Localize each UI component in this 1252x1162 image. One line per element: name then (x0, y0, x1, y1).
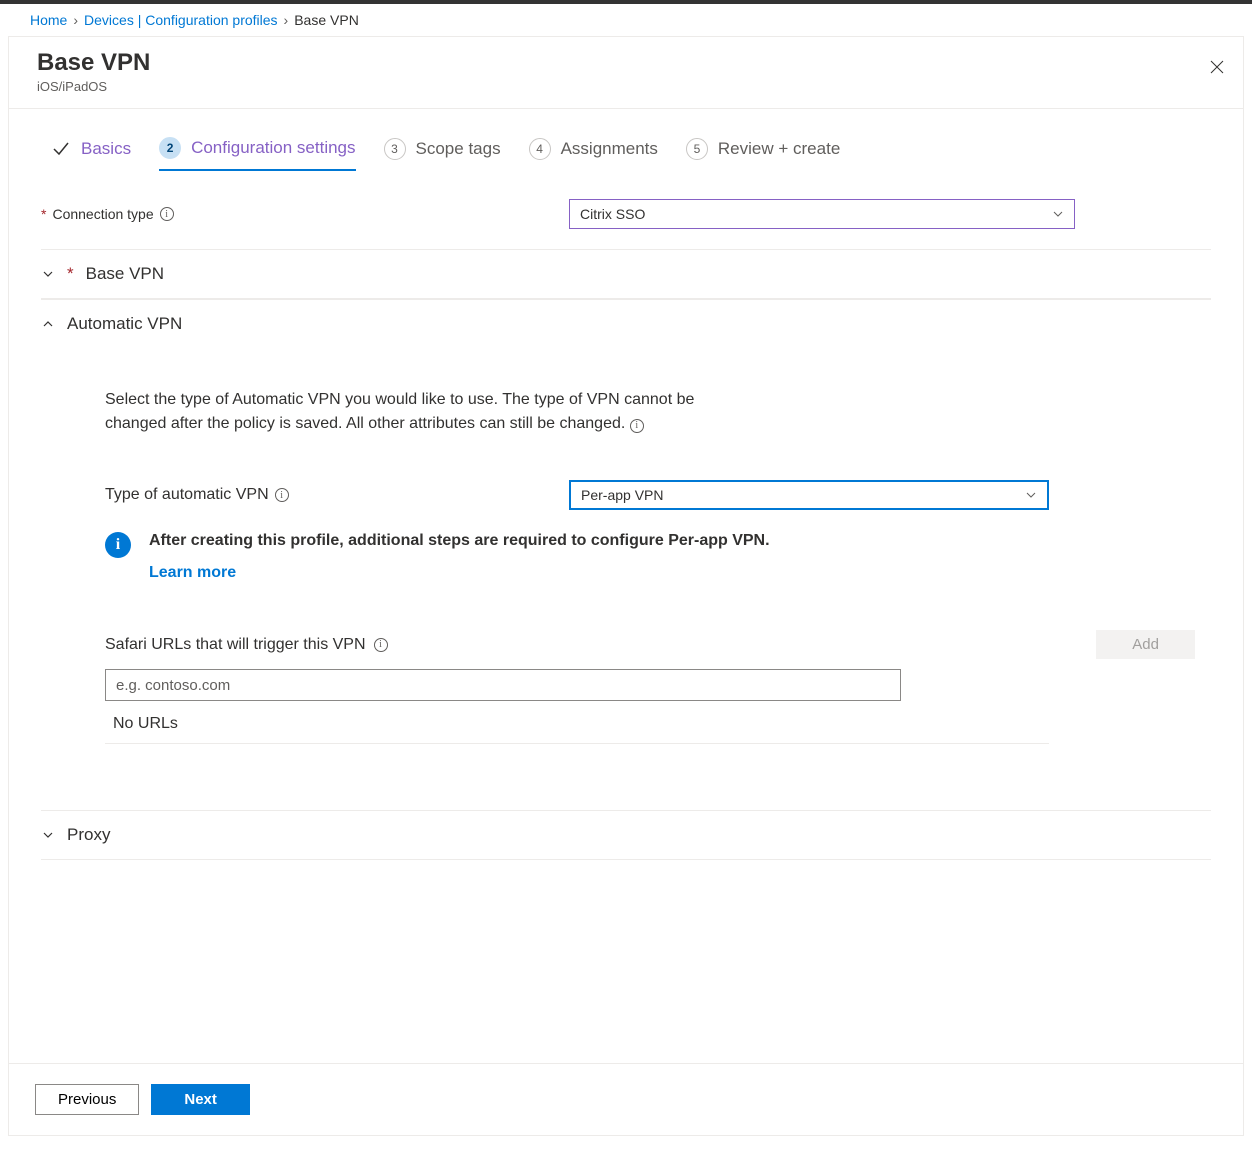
connection-type-dropdown[interactable]: Citrix SSO (569, 199, 1075, 229)
required-asterisk: * (41, 206, 46, 222)
step-number-badge: 5 (686, 138, 708, 160)
no-urls-text: No URLs (105, 705, 1049, 744)
page-title: Base VPN (37, 49, 1215, 77)
breadcrumb-devices[interactable]: Devices | Configuration profiles (84, 12, 278, 28)
wizard-step-label: Assignments (561, 139, 658, 159)
content-area: * Connection type i Citrix SSO * Base VP… (9, 181, 1243, 960)
chevron-right-icon: › (284, 12, 289, 28)
dropdown-value: Per-app VPN (581, 487, 663, 503)
learn-more-link[interactable]: Learn more (149, 564, 236, 582)
info-icon[interactable]: i (160, 207, 174, 221)
main-panel: Base VPN iOS/iPadOS Basics 2 Configurati… (8, 36, 1244, 1136)
safari-url-input[interactable] (105, 669, 901, 701)
wizard-step-scope-tags[interactable]: 3 Scope tags (384, 138, 501, 170)
info-icon[interactable]: i (275, 488, 289, 502)
label-text: Safari URLs that will trigger this VPN (105, 636, 366, 654)
chevron-down-icon (1052, 208, 1064, 220)
info-note: i After creating this profile, additiona… (105, 532, 1211, 582)
connection-type-row: * Connection type i Citrix SSO (41, 191, 1211, 249)
label-text: Type of automatic VPN (105, 486, 269, 504)
close-button[interactable] (1203, 53, 1231, 81)
checkmark-icon (51, 139, 71, 159)
wizard-step-basics[interactable]: Basics (51, 139, 131, 169)
auto-vpn-type-dropdown[interactable]: Per-app VPN (569, 480, 1049, 510)
wizard-step-configuration[interactable]: 2 Configuration settings (159, 137, 355, 171)
close-icon (1209, 59, 1225, 75)
chevron-down-icon (1025, 489, 1037, 501)
panel-header: Base VPN iOS/iPadOS (9, 37, 1243, 109)
wizard-step-label: Scope tags (416, 139, 501, 159)
automatic-vpn-body: Select the type of Automatic VPN you wou… (41, 348, 1211, 776)
wizard-steps: Basics 2 Configuration settings 3 Scope … (9, 109, 1243, 181)
breadcrumb-current: Base VPN (294, 12, 359, 28)
connection-type-label: * Connection type i (41, 206, 569, 222)
info-icon: i (105, 532, 131, 558)
add-url-button[interactable]: Add (1096, 630, 1195, 659)
breadcrumb-home[interactable]: Home (30, 12, 67, 28)
auto-vpn-type-row: Type of automatic VPN i Per-app VPN (105, 480, 1211, 510)
wizard-step-review[interactable]: 5 Review + create (686, 138, 840, 170)
chevron-up-icon (41, 317, 55, 331)
wizard-step-label: Basics (81, 139, 131, 159)
label-text: Connection type (52, 206, 153, 222)
section-title: Base VPN (86, 264, 164, 284)
chevron-down-icon (41, 828, 55, 842)
section-title: Automatic VPN (67, 314, 182, 334)
help-text: Select the type of Automatic VPN you wou… (105, 388, 715, 436)
info-icon[interactable]: i (630, 419, 644, 433)
chevron-right-icon: › (73, 12, 78, 28)
section-proxy[interactable]: Proxy (41, 811, 1211, 860)
breadcrumb: Home › Devices | Configuration profiles … (0, 4, 1252, 36)
step-number-badge: 2 (159, 137, 181, 159)
page-subtitle: iOS/iPadOS (37, 79, 1215, 94)
previous-button[interactable]: Previous (35, 1084, 139, 1115)
required-asterisk: * (67, 264, 74, 284)
section-automatic-vpn[interactable]: Automatic VPN (41, 299, 1211, 348)
info-icon[interactable]: i (374, 638, 388, 652)
next-button[interactable]: Next (151, 1084, 250, 1115)
wizard-step-label: Review + create (718, 139, 840, 159)
step-number-badge: 4 (529, 138, 551, 160)
auto-vpn-type-label: Type of automatic VPN i (105, 486, 569, 504)
wizard-step-assignments[interactable]: 4 Assignments (529, 138, 658, 170)
note-text: After creating this profile, additional … (149, 532, 770, 550)
dropdown-value: Citrix SSO (580, 206, 645, 222)
safari-urls-label: Safari URLs that will trigger this VPN i (105, 636, 388, 654)
footer: Previous Next (9, 1063, 1243, 1135)
step-number-badge: 3 (384, 138, 406, 160)
wizard-step-label: Configuration settings (191, 138, 355, 158)
chevron-down-icon (41, 267, 55, 281)
section-title: Proxy (67, 825, 110, 845)
safari-urls-row: Safari URLs that will trigger this VPN i… (105, 630, 1211, 659)
section-base-vpn[interactable]: * Base VPN (41, 249, 1211, 299)
